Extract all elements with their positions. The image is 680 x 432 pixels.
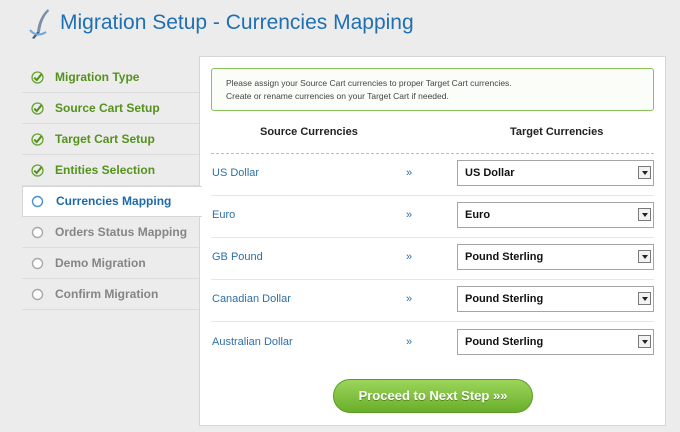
notice-line: Create or rename currencies on your Targ… (226, 91, 449, 101)
mapping-row-canadian-dollar: Canadian Dollar » Pound Sterling (211, 280, 654, 322)
step-label: Currencies Mapping (56, 194, 172, 208)
source-column-header: Source Currencies (260, 126, 358, 138)
mapping-arrow: » (406, 209, 413, 221)
circle-icon (31, 257, 44, 270)
check-icon (31, 164, 44, 177)
circle-icon (31, 288, 44, 301)
step-label: Demo Migration (55, 256, 146, 270)
step-orders-status-mapping[interactable]: Orders Status Mapping (22, 217, 200, 248)
step-label: Orders Status Mapping (55, 225, 188, 239)
target-column-header: Target Currencies (510, 126, 604, 138)
source-currency: Australian Dollar (212, 336, 293, 348)
selected-value: Pound Sterling (465, 251, 544, 263)
check-icon (31, 102, 44, 115)
mapping-arrow: » (406, 336, 413, 348)
main-panel: Please assign your Source Cart currencie… (199, 56, 666, 426)
check-icon (31, 133, 44, 146)
target-currency-select[interactable]: Pound Sterling (457, 244, 654, 270)
selected-value: Pound Sterling (465, 293, 544, 305)
mapping-row-us-dollar: US Dollar » US Dollar (211, 154, 654, 196)
check-icon (31, 71, 44, 84)
step-label: Target Cart Setup (55, 132, 155, 146)
chevron-down-icon[interactable] (638, 250, 651, 263)
circle-icon (31, 226, 44, 239)
page-title: Migration Setup - Currencies Mapping (60, 11, 414, 34)
mapping-arrow: » (406, 251, 413, 263)
mapping-row-gb-pound: GB Pound » Pound Sterling (211, 238, 654, 280)
step-label: Confirm Migration (55, 287, 159, 301)
chevron-down-icon[interactable] (638, 166, 651, 179)
step-confirm-migration[interactable]: Confirm Migration (22, 279, 200, 310)
step-label: Source Cart Setup (55, 101, 160, 115)
steps-sidebar: Migration Type Source Cart Setup Target … (22, 62, 202, 310)
mapping-row-euro: Euro » Euro (211, 196, 654, 238)
selected-value: Pound Sterling (465, 336, 544, 348)
selected-value: US Dollar (465, 167, 515, 179)
notice-line: Please assign your Source Cart currencie… (226, 78, 512, 88)
chevron-down-icon[interactable] (638, 208, 651, 221)
step-source-cart-setup[interactable]: Source Cart Setup (22, 93, 200, 124)
step-migration-type[interactable]: Migration Type (22, 62, 200, 93)
circle-icon (31, 195, 44, 208)
step-target-cart-setup[interactable]: Target Cart Setup (22, 124, 200, 155)
source-currency: Euro (212, 209, 236, 221)
source-currency: GB Pound (212, 251, 263, 263)
step-entities-selection[interactable]: Entities Selection (22, 155, 200, 186)
chevron-down-icon[interactable] (638, 292, 651, 305)
feather-logo-icon (29, 9, 49, 39)
source-currency: Canadian Dollar (212, 293, 291, 305)
target-currency-select[interactable]: US Dollar (457, 160, 654, 186)
target-currency-select[interactable]: Pound Sterling (457, 329, 654, 355)
step-label: Entities Selection (55, 163, 156, 177)
target-currency-select[interactable]: Euro (457, 202, 654, 228)
chevron-down-icon[interactable] (638, 335, 651, 348)
step-currencies-mapping[interactable]: Currencies Mapping (22, 186, 202, 217)
selected-value: Euro (465, 209, 491, 221)
source-currency: US Dollar (212, 167, 260, 179)
proceed-next-step-button[interactable]: Proceed to Next Step »» (333, 379, 533, 413)
target-currency-select[interactable]: Pound Sterling (457, 286, 654, 312)
step-demo-migration[interactable]: Demo Migration (22, 248, 200, 279)
mapping-arrow: » (406, 167, 413, 179)
info-notice: Please assign your Source Cart currencie… (211, 68, 654, 111)
step-label: Migration Type (55, 70, 140, 84)
mapping-row-australian-dollar: Australian Dollar » Pound Sterling (211, 323, 654, 365)
mapping-arrow: » (406, 293, 413, 305)
